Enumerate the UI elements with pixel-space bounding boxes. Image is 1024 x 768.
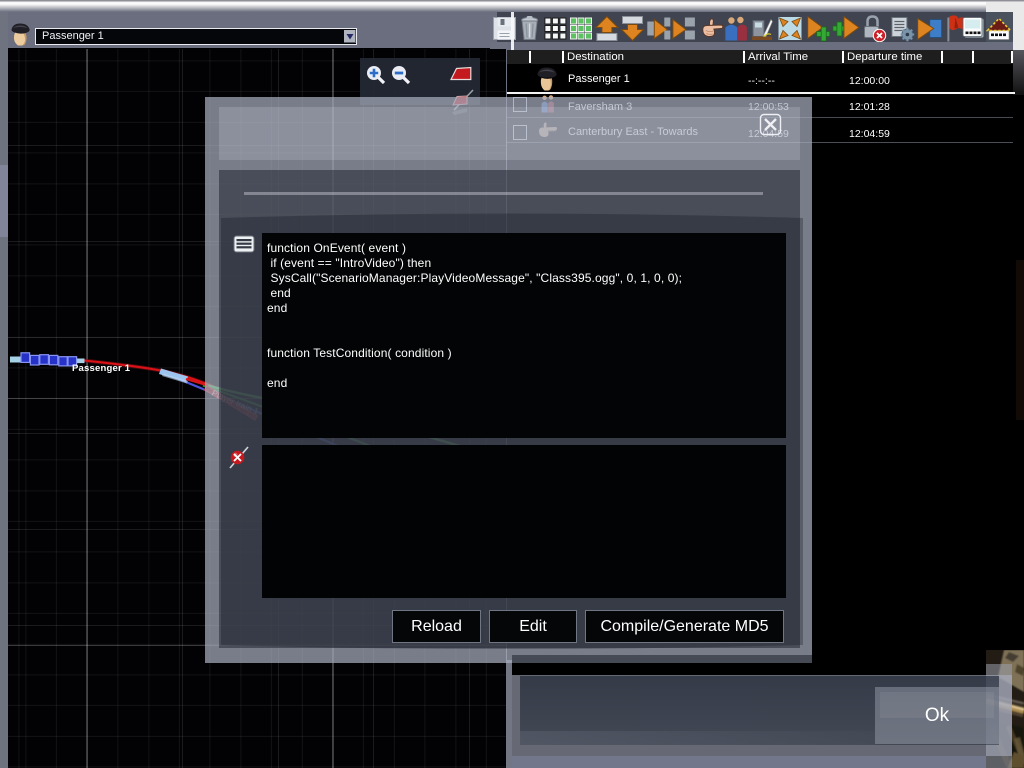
svg-text:Passenger 1: Passenger 1 [72,363,131,374]
